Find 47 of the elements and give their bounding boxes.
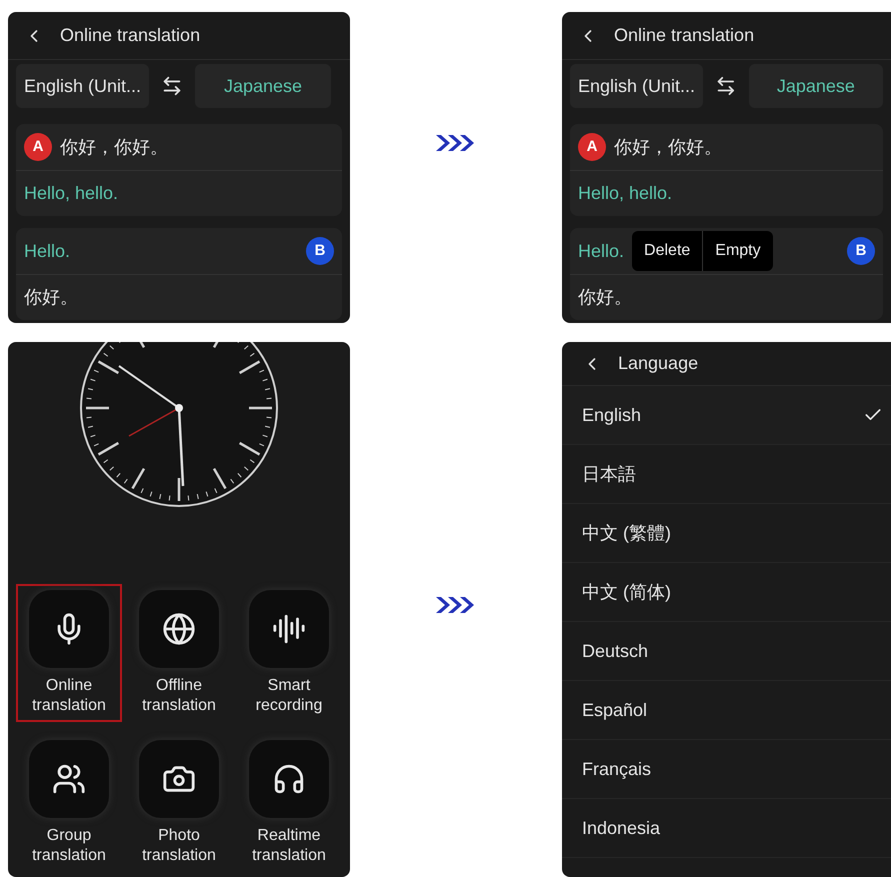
screen-title: Online translation: [60, 24, 200, 47]
app-shortcut[interactable]: Smart recording: [236, 584, 342, 722]
triple-chevron-icon: [436, 132, 476, 152]
sound-wave-icon: [272, 612, 306, 646]
speaker-badge: B: [306, 237, 334, 265]
app-shortcut[interactable]: Photo translation: [126, 734, 232, 872]
translated-text: Hello.: [24, 240, 70, 262]
app-shortcut[interactable]: Realtime translation: [236, 734, 342, 872]
target-language-button[interactable]: Japanese: [195, 64, 332, 108]
app-label: Realtime translation: [251, 826, 327, 866]
target-language-button[interactable]: Japanese: [748, 64, 883, 108]
globe-icon: [162, 612, 196, 646]
app-label: Offline translation: [141, 676, 217, 716]
app-label: Online translation: [31, 676, 107, 716]
translated-text: Hello.: [578, 240, 624, 262]
language-option[interactable]: 中文 (简体): [562, 563, 891, 622]
translated-text: Hello, hello.: [24, 182, 118, 205]
language-option[interactable]: Español: [562, 681, 891, 740]
language-option[interactable]: Français: [562, 740, 891, 799]
people-icon: [52, 762, 86, 796]
translated-text: Hello, hello.: [578, 182, 672, 205]
app-label: Smart recording: [254, 676, 324, 716]
language-option[interactable]: 中文 (繁體): [562, 504, 891, 563]
headphones-icon: [272, 762, 306, 796]
speaker-badge: A: [578, 133, 606, 161]
triple-chevron-icon: [436, 594, 476, 614]
app-label: Photo translation: [141, 826, 217, 866]
speaker-badge: B: [847, 237, 875, 265]
source-text: 你好。: [24, 286, 78, 309]
app-shortcut[interactable]: Offline translation: [126, 584, 232, 722]
screen-title: Language: [618, 352, 698, 375]
source-language-button[interactable]: English (Unit...: [16, 64, 150, 108]
source-text: 你好，你好。: [60, 136, 168, 158]
swap-icon[interactable]: [715, 75, 737, 97]
speaker-badge: A: [24, 133, 52, 161]
language-option[interactable]: Indonesia: [562, 799, 891, 858]
screen-title: Online translation: [614, 24, 754, 47]
language-option[interactable]: 日本語: [562, 445, 891, 504]
menu-option[interactable]: Delete: [632, 231, 702, 271]
language-option[interactable]: Deutsch: [562, 622, 891, 681]
source-text: 你好。: [578, 286, 632, 309]
source-text: 你好，你好。: [614, 136, 722, 158]
menu-option[interactable]: Empty: [702, 231, 773, 271]
app-shortcut[interactable]: Online translation: [16, 584, 122, 722]
source-language-button[interactable]: English (Unit...: [570, 64, 704, 108]
app-shortcut[interactable]: Group translation: [16, 734, 122, 872]
app-label: Group translation: [31, 826, 107, 866]
